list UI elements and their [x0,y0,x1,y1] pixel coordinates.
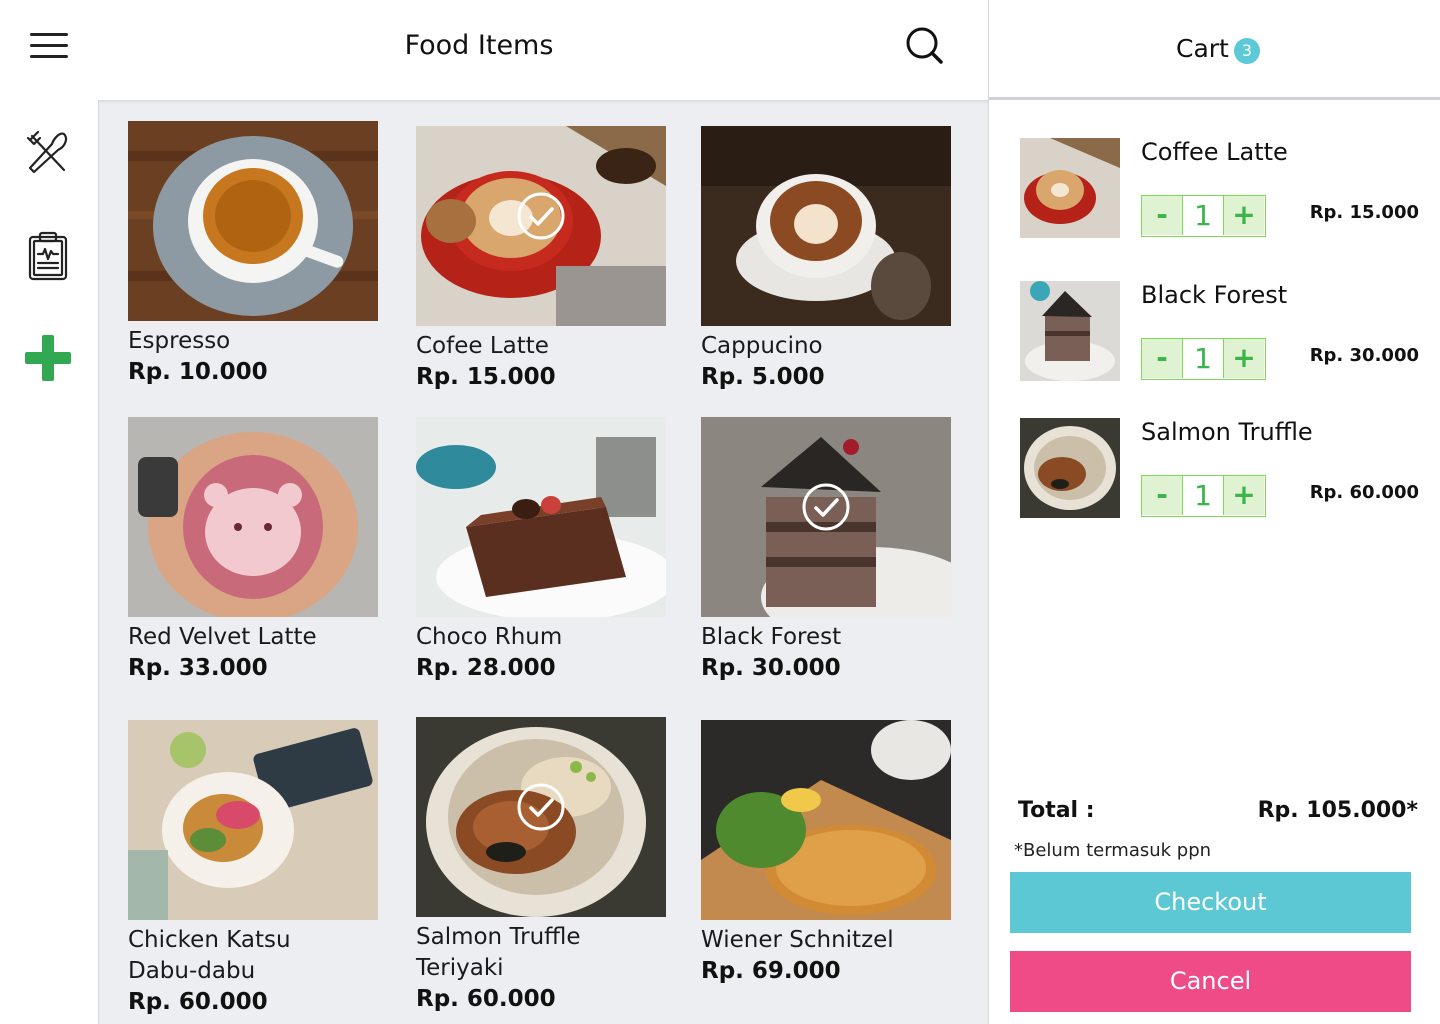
food-name: Salmon Truffle Teriyaki [416,924,581,981]
food-name: Black Forest [701,624,842,650]
cart-item-name: Coffee Latte [1141,138,1288,166]
wiener-schnitzel-image [701,720,951,920]
cappucino-image [701,126,951,326]
food-name: Red Velvet Latte [128,624,317,650]
quantity-stepper: - 1 + [1141,195,1266,237]
food-name: Cappucino [701,333,823,359]
cart-item-image [1020,418,1120,518]
choco-rhum-image [416,417,666,617]
food-card-wiener-schnitzel[interactable]: Wiener Schnitzel Rp. 69.000 [701,720,951,986]
decrease-button[interactable]: - [1142,196,1182,235]
chicken-katsu-image [128,720,378,920]
sidebar [0,100,99,1024]
food-card-cappucino[interactable]: Cappucino Rp. 5.000 [701,126,951,392]
cart-item: Coffee Latte - 1 + Rp. 15.000 [1020,138,1430,248]
food-card-chicken-katsu[interactable]: Chicken Katsu Dabu-dabu Rp. 60.000 [128,720,378,1017]
checkout-button[interactable]: Checkout [1010,872,1411,933]
food-card-black-forest[interactable]: Black Forest Rp. 30.000 [701,417,951,683]
food-price: Rp. 5.000 [701,364,825,390]
decrease-button[interactable]: - [1142,476,1182,515]
plus-icon[interactable] [18,328,78,388]
food-card-salmon-truffle[interactable]: Salmon Truffle Teriyaki Rp. 60.000 [416,717,666,1014]
cart-item-image [1020,138,1120,238]
cart-item: Salmon Truffle - 1 + Rp. 60.000 [1020,418,1430,528]
salmon-truffle-image [416,717,666,917]
food-price: Rp. 69.000 [701,958,841,984]
cart-header: Cart 3 [989,0,1440,100]
food-card-cofee-latte[interactable]: Cofee Latte Rp. 15.000 [416,126,666,392]
decrease-button[interactable]: - [1142,339,1182,378]
cart-item: Black Forest - 1 + Rp. 30.000 [1020,281,1430,391]
red-velvet-latte-image [128,417,378,617]
top-bar: Food Items [0,0,988,100]
quantity-value: 1 [1182,196,1224,235]
food-name: Cofee Latte [416,333,549,359]
cart-item-image [1020,281,1120,381]
cart-item-price: Rp. 60.000 [1309,482,1419,503]
cart-item-price: Rp. 30.000 [1309,345,1419,366]
food-name: Choco Rhum [416,624,563,650]
total-value: Rp. 105.000* [1257,798,1418,823]
increase-button[interactable]: + [1224,339,1264,378]
food-price: Rp. 60.000 [416,986,556,1012]
increase-button[interactable]: + [1224,196,1264,235]
cofee-latte-image [416,126,666,326]
cart-item-name: Salmon Truffle [1141,418,1313,446]
cart-item-price: Rp. 15.000 [1309,202,1419,223]
cart-count-badge: 3 [1234,38,1260,64]
search-icon[interactable] [902,24,946,68]
food-price: Rp. 10.000 [128,359,268,385]
tax-note: *Belum termasuk ppn [1014,840,1212,861]
food-price: Rp. 60.000 [128,989,268,1015]
check-circle-icon [802,483,850,531]
food-card-espresso[interactable]: Espresso Rp. 10.000 [128,121,378,387]
check-circle-icon [517,783,565,831]
quantity-value: 1 [1182,476,1224,515]
food-name: Chicken Katsu Dabu-dabu [128,927,291,984]
food-price: Rp. 15.000 [416,364,556,390]
quantity-value: 1 [1182,339,1224,378]
food-price: Rp. 33.000 [128,655,268,681]
espresso-image [128,121,378,321]
cart-item-name: Black Forest [1141,281,1288,309]
cancel-button[interactable]: Cancel [1010,951,1411,1012]
page-title: Food Items [404,30,554,61]
cart-title: Cart [1176,34,1229,63]
food-grid: Espresso Rp. 10.000 Cofee Latte Rp. 15.0… [99,100,988,1024]
check-circle-icon [517,192,565,240]
black-forest-image [701,417,951,617]
increase-button[interactable]: + [1224,476,1264,515]
fork-knife-icon[interactable] [18,122,78,182]
food-price: Rp. 28.000 [416,655,556,681]
cart-panel: Cart 3 Coffee Latte - 1 + Rp. 15.000 Bla… [988,0,1440,1024]
food-price: Rp. 30.000 [701,655,841,681]
food-card-red-velvet-latte[interactable]: Red Velvet Latte Rp. 33.000 [128,417,378,683]
food-name: Wiener Schnitzel [701,927,894,953]
quantity-stepper: - 1 + [1141,338,1266,380]
food-name: Espresso [128,328,231,354]
total-label: Total : [1018,798,1095,823]
quantity-stepper: - 1 + [1141,475,1266,517]
food-card-choco-rhum[interactable]: Choco Rhum Rp. 28.000 [416,417,666,683]
clipboard-report-icon[interactable] [18,226,78,286]
